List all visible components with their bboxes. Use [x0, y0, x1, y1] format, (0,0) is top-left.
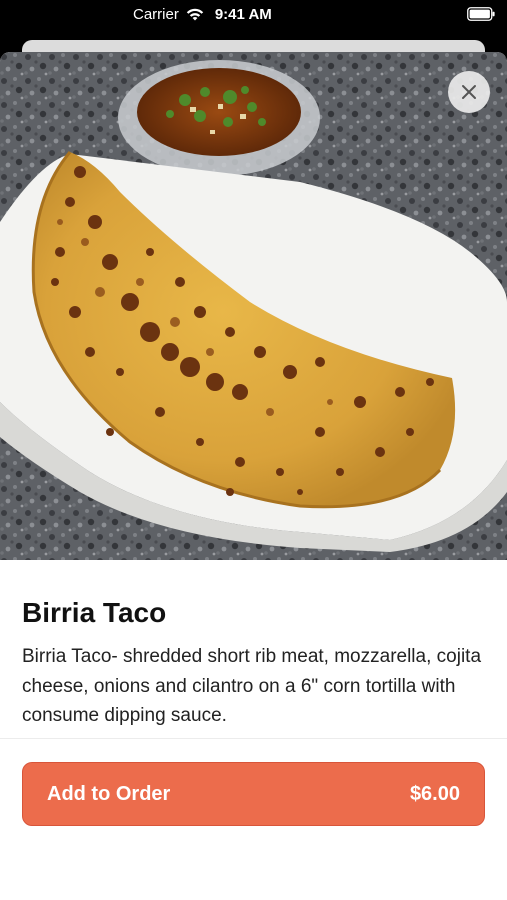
- item-description: Birria Taco- shredded short rib meat, mo…: [22, 646, 482, 726]
- add-to-order-button[interactable]: Add to Order $6.00: [22, 762, 485, 826]
- close-button[interactable]: [448, 71, 490, 113]
- item-title: Birria Taco: [22, 597, 167, 628]
- screen: Carrier 9:41 AM Birria Taco Birria Taco-…: [0, 0, 507, 900]
- price-label: $6.00: [409, 782, 460, 805]
- carrier-label: Carrier: [133, 6, 179, 23]
- status-left: Carrier 9:41 AM: [133, 6, 272, 23]
- item-photo: [0, 52, 507, 560]
- add-to-order-label: Add to Order: [47, 782, 171, 805]
- wifi-icon: [186, 8, 204, 21]
- status-bar: Carrier 9:41 AM: [0, 0, 507, 32]
- status-time: 9:41 AM: [214, 6, 272, 23]
- battery-icon: [467, 7, 495, 21]
- close-icon: [462, 85, 476, 99]
- divider: [0, 738, 507, 739]
- item-info: Birria Taco Birria Taco- shredded short …: [0, 560, 507, 731]
- taco-photo-illustration: [0, 52, 507, 560]
